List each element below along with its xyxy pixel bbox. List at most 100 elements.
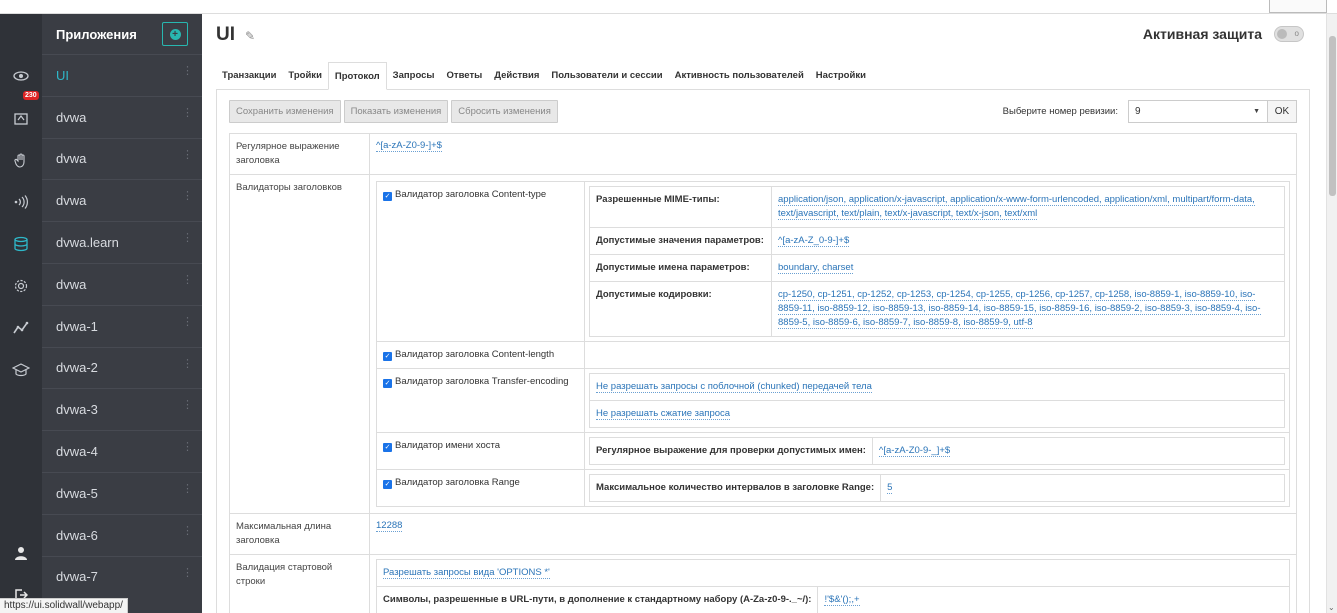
pencil-icon[interactable]: ✎ (245, 29, 255, 43)
more-icon[interactable]: ⋮ (182, 107, 193, 118)
checkbox-icon[interactable]: ✓ (383, 352, 392, 361)
more-icon[interactable]: ⋮ (182, 191, 193, 202)
te-chunked-link[interactable]: Не разрешать запросы с поблочной (chunke… (596, 381, 872, 393)
inner-label: Регулярное выражение для проверки допуст… (590, 438, 873, 464)
more-icon[interactable]: ⋮ (182, 316, 193, 327)
setting-value: ^[a-zA-Z0-9-]+$ (370, 134, 1296, 174)
user-icon[interactable] (0, 532, 42, 574)
url-chars-link[interactable]: !'$&'();,+ (824, 594, 860, 606)
validator-label[interactable]: ✓ Валидатор имени хоста (377, 433, 585, 469)
app-item-label: dvwa-4 (56, 444, 98, 460)
checkbox-icon[interactable]: ✓ (383, 480, 392, 489)
save-button[interactable]: Сохранить изменения (229, 100, 341, 123)
inner-row: Не разрешать запросы с поблочной (chunke… (590, 374, 1284, 401)
app-item[interactable]: dvwa ⋮ (42, 179, 202, 221)
more-icon[interactable]: ⋮ (182, 274, 193, 285)
show-changes-button[interactable]: Показать изменения (343, 100, 449, 123)
header-regex-link[interactable]: ^[a-zA-Z0-9-]+$ (376, 140, 442, 152)
app-item[interactable]: dvwa-3 ⋮ (42, 388, 202, 430)
tab-responses[interactable]: Ответы (441, 62, 489, 89)
max-header-link[interactable]: 12288 (376, 520, 403, 532)
signal-icon[interactable] (0, 181, 42, 223)
tab-requests[interactable]: Запросы (387, 62, 441, 89)
revision-select[interactable]: 9 ▼ (1128, 100, 1268, 123)
host-regex-link[interactable]: ^[a-zA-Z0-9-_]+$ (878, 445, 951, 457)
app-item[interactable]: dvwa-5 ⋮ (42, 471, 202, 514)
app-item[interactable]: dvwa.learn ⋮ (42, 221, 202, 263)
range-link[interactable]: 5 (887, 482, 893, 494)
more-icon[interactable]: ⋮ (182, 233, 193, 244)
more-icon[interactable]: ⋮ (182, 483, 193, 494)
setting-row: Максимальная длина заголовка 12288 (229, 514, 1297, 555)
more-icon[interactable]: ⋮ (182, 149, 193, 160)
protection-toggle[interactable]: o (1274, 26, 1304, 42)
more-icon[interactable]: ⋮ (182, 358, 193, 369)
top-strip-button[interactable] (1269, 0, 1327, 13)
database-icon[interactable] (0, 223, 42, 265)
app-item[interactable]: dvwa ⋮ (42, 137, 202, 180)
app-item[interactable]: dvwa-1 ⋮ (42, 304, 202, 347)
more-icon[interactable]: ⋮ (182, 567, 193, 578)
app-item-label: dvwa-5 (56, 485, 98, 501)
validator-row: ✓ Валидатор заголовка Content-type Разреш… (377, 182, 1289, 342)
alert-box-icon[interactable]: 230 (0, 91, 42, 139)
tab-triples[interactable]: Тройки (282, 62, 327, 89)
app-item[interactable]: dvwa-2 ⋮ (42, 346, 202, 389)
validator-value: Не разрешать запросы с поблочной (chunke… (585, 369, 1289, 432)
more-icon[interactable]: ⋮ (182, 525, 193, 536)
validator-label[interactable]: ✓ Валидатор заголовка Range (377, 470, 585, 506)
te-compression-link[interactable]: Не разрешать сжатие запроса (596, 408, 731, 420)
inner-value: Разрешать запросы вида 'OPTIONS *' (377, 560, 1289, 586)
tab-protocol[interactable]: Протокол (327, 62, 387, 90)
more-icon[interactable]: ⋮ (182, 400, 193, 411)
checkbox-icon[interactable]: ✓ (383, 192, 392, 201)
options-link[interactable]: Разрешать запросы вида 'OPTIONS *' (383, 567, 550, 579)
checkbox-icon[interactable]: ✓ (383, 443, 392, 452)
apps-panel: Приложения + UI ⋮ dvwa ⋮ dvwa ⋮ dvwa ⋮ dvwa.… (42, 14, 202, 613)
inner-label: Допустимые кодировки: (590, 282, 772, 336)
graph-icon[interactable] (0, 307, 42, 349)
inner-value: !'$&'();,+ (818, 587, 1289, 613)
validator-value (585, 342, 1289, 368)
scroll-down-icon[interactable]: ⌄ (1328, 603, 1335, 612)
caret-down-icon: ▼ (1253, 108, 1260, 115)
inner-label: Допустимые имена параметров: (590, 255, 772, 281)
add-app-button[interactable]: + (162, 22, 188, 46)
scrollbar[interactable]: ⌄ (1326, 14, 1337, 613)
app-item[interactable]: UI ⋮ (42, 54, 202, 96)
more-icon[interactable]: ⋮ (182, 66, 193, 77)
graduation-cap-icon[interactable] (0, 349, 42, 391)
scrollbar-thumb[interactable] (1329, 36, 1336, 196)
tab-actions[interactable]: Действия (488, 62, 545, 89)
ok-button[interactable]: OK (1267, 100, 1297, 123)
te-inner-grid: Не разрешать запросы с поблочной (chunke… (589, 373, 1285, 428)
validator-label[interactable]: ✓ Валидатор заголовка Content-type (377, 182, 585, 341)
gear-icon[interactable] (0, 265, 42, 307)
inner-value: ^[a-zA-Z0-9-_]+$ (873, 438, 1284, 464)
validator-label-text: Валидатор заголовка Content-type (395, 189, 547, 200)
icon-rail: 230 (0, 14, 42, 613)
app-item[interactable]: dvwa-6 ⋮ (42, 513, 202, 556)
validator-label[interactable]: ✓ Валидатор заголовка Content-length (377, 342, 585, 368)
app-item-label: dvwa (56, 193, 87, 209)
tab-user-activity[interactable]: Активность пользователей (669, 62, 810, 89)
app-item[interactable]: dvwa-4 ⋮ (42, 430, 202, 472)
hand-icon[interactable] (0, 139, 42, 181)
tab-settings[interactable]: Настройки (810, 62, 872, 89)
tab-transactions[interactable]: Транзакции (216, 62, 282, 89)
reset-button[interactable]: Сбросить изменения (451, 100, 558, 123)
validator-label[interactable]: ✓ Валидатор заголовка Transfer-encoding (377, 369, 585, 432)
encodings-link[interactable]: cp-1250, cp-1251, cp-1252, cp-1253, cp-1… (778, 289, 1261, 329)
protection-label: Активная защита (1142, 26, 1262, 42)
mime-link[interactable]: application/json, application/x-javascri… (778, 194, 1255, 220)
inner-row: Регулярное выражение для проверки допуст… (590, 438, 1284, 464)
tab-users-sessions[interactable]: Пользователи и сессии (545, 62, 668, 89)
app-item[interactable]: dvwa ⋮ (42, 262, 202, 305)
param-values-link[interactable]: ^[a-zA-Z_0-9-]+$ (778, 235, 850, 247)
param-names-link[interactable]: boundary, charset (778, 262, 854, 274)
checkbox-icon[interactable]: ✓ (383, 379, 392, 388)
app-item[interactable]: dvwa-7 ⋮ (42, 555, 202, 598)
app-item[interactable]: dvwa ⋮ (42, 95, 202, 138)
more-icon[interactable]: ⋮ (182, 442, 193, 453)
setting-value: 12288 (370, 514, 1296, 554)
